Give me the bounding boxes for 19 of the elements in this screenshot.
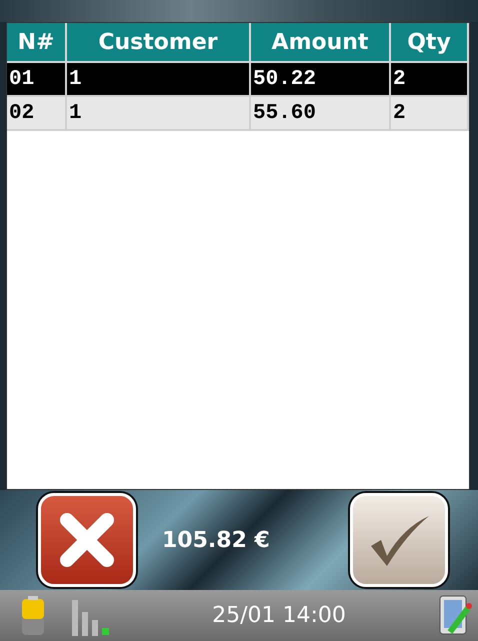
- table-cell[interactable]: 1: [67, 97, 251, 131]
- table-cell[interactable]: 01: [7, 63, 67, 97]
- column-header: Qty: [391, 23, 469, 63]
- pen-tablet-icon[interactable]: [438, 594, 472, 638]
- confirm-button[interactable]: [350, 493, 448, 587]
- date-time: 25/01 14:00: [211, 603, 347, 628]
- table-cell[interactable]: 55.60: [251, 97, 391, 131]
- table-cell[interactable]: 2: [391, 97, 469, 131]
- column-header: Amount: [251, 23, 391, 63]
- column-header: N#: [7, 23, 67, 63]
- table-cell[interactable]: 50.22: [251, 63, 391, 97]
- table-cell[interactable]: 02: [7, 97, 67, 131]
- close-icon: [57, 510, 117, 570]
- table-cell[interactable]: 1: [67, 63, 251, 97]
- cancel-button[interactable]: [38, 493, 136, 587]
- total-amount: 105.82 €: [161, 528, 271, 552]
- table-cell[interactable]: 2: [391, 63, 469, 97]
- column-header: Customer: [67, 23, 251, 63]
- battery-icon[interactable]: [20, 594, 46, 636]
